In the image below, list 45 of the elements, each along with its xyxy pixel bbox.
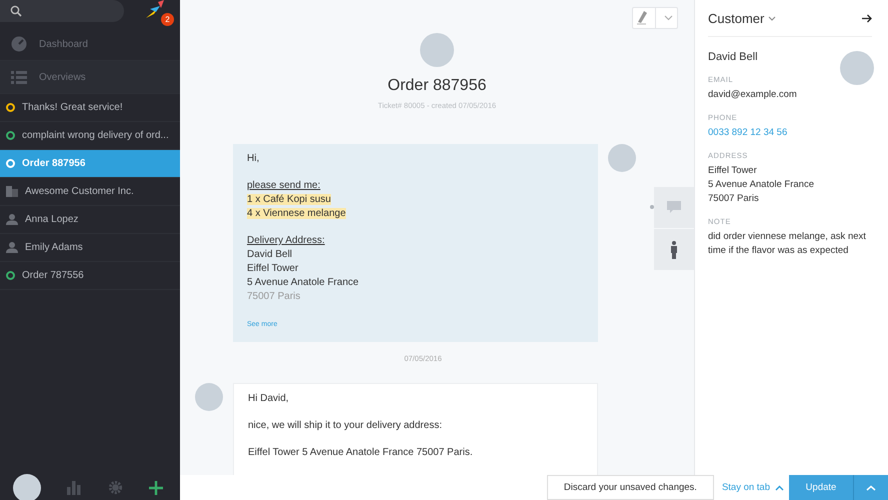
message-line: Delivery Address: bbox=[247, 235, 325, 246]
chevron-down-icon bbox=[664, 15, 673, 21]
chevron-up-icon bbox=[866, 484, 876, 490]
customer-avatar bbox=[840, 51, 874, 85]
panel-title[interactable]: Customer bbox=[708, 10, 776, 26]
message-line: Hi, bbox=[247, 153, 260, 164]
message-line: please send me: bbox=[247, 180, 320, 191]
person-icon bbox=[670, 240, 678, 258]
field-value: Eiffel Tower 5 Avenue Anatole France 75007 Paris bbox=[708, 164, 815, 206]
customer-name: David Bell bbox=[708, 51, 759, 63]
chevron-down-icon bbox=[768, 16, 776, 20]
arrow-right-icon[interactable] bbox=[862, 14, 872, 22]
person-icon bbox=[6, 242, 18, 253]
search-field[interactable] bbox=[0, 0, 124, 22]
message-line: 75007 Paris bbox=[247, 291, 300, 302]
message-line: David Bell bbox=[247, 249, 292, 260]
message-line: nice, we will ship it to your delivery address: bbox=[248, 420, 442, 431]
field-value: did order viennese melange, ask next time if the flavor was as expected bbox=[708, 230, 867, 258]
sidebar-item[interactable]: Awesome Customer Inc. bbox=[0, 178, 180, 206]
building-icon bbox=[6, 186, 18, 197]
ticket-title: Order 887956 bbox=[388, 77, 486, 95]
user-avatar[interactable] bbox=[13, 474, 42, 500]
edit-button-group[interactable] bbox=[632, 7, 678, 29]
discard-changes-button[interactable]: Discard your unsaved changes. bbox=[546, 475, 714, 500]
customer-avatar bbox=[608, 144, 636, 172]
message-line: 5 Avenue Anatole France bbox=[247, 277, 359, 288]
customer-tab[interactable] bbox=[654, 229, 694, 270]
message-line: Hi David, bbox=[248, 393, 289, 404]
notification-badge: 2 bbox=[161, 13, 174, 26]
message-line: Eiffel Tower 5 Avenue Anatole France 75007 Paris. bbox=[248, 447, 473, 458]
plus-icon[interactable] bbox=[148, 480, 163, 494]
settings-icon[interactable] bbox=[108, 480, 123, 495]
search-icon bbox=[10, 5, 22, 17]
agent-avatar bbox=[195, 383, 223, 411]
chevron-up-icon bbox=[775, 484, 784, 490]
list-icon bbox=[11, 70, 27, 84]
bar-chart-icon[interactable] bbox=[67, 480, 82, 494]
person-icon bbox=[6, 214, 18, 225]
field-value: david@example.com bbox=[708, 88, 798, 102]
dashboard-icon bbox=[11, 36, 27, 52]
customer-avatar bbox=[420, 33, 454, 67]
pencil-icon bbox=[637, 11, 647, 25]
update-options-button[interactable] bbox=[853, 475, 888, 500]
speech-bubble-icon bbox=[667, 201, 681, 214]
message-line: Eiffel Tower bbox=[247, 263, 298, 274]
